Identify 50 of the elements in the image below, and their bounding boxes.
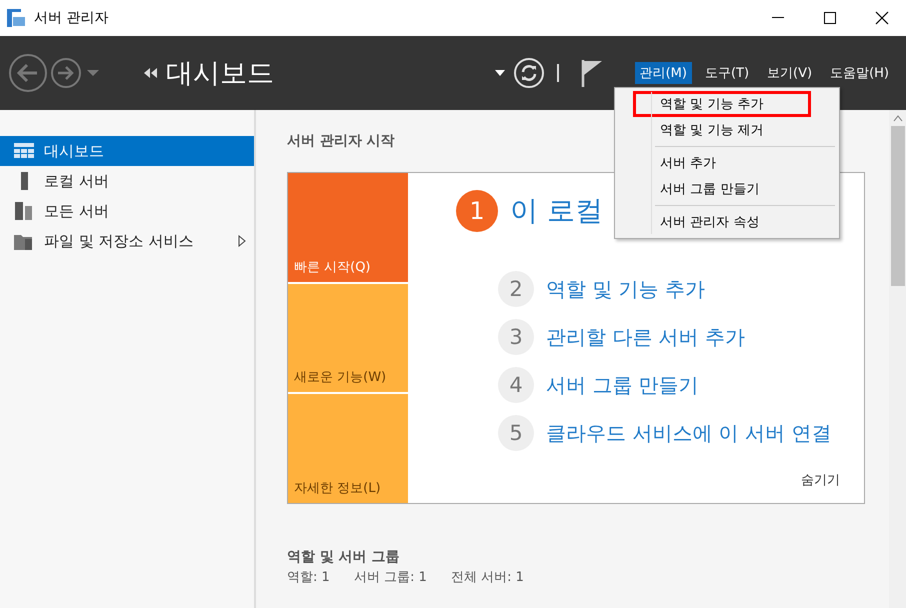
step-link[interactable]: 클라우드 서비스에 이 서버 연결 xyxy=(546,420,832,446)
scrollbar[interactable] xyxy=(889,110,906,608)
hide-link[interactable]: 숨기기 xyxy=(801,471,840,489)
app-icon xyxy=(6,9,26,27)
flag-icon[interactable] xyxy=(580,59,603,87)
back-button[interactable] xyxy=(8,53,48,93)
menu-option[interactable]: 역할 및 기능 제거 xyxy=(633,117,833,143)
breadcrumb-arrows-icon xyxy=(144,68,158,78)
close-icon xyxy=(875,11,889,25)
stat-text: 전체 서버: 1 xyxy=(451,569,524,586)
dropdown-caret-icon[interactable] xyxy=(494,70,505,76)
forward-button[interactable] xyxy=(50,57,82,89)
folder-icon xyxy=(14,232,34,250)
step-heading: 이 로컬 xyxy=(510,193,603,229)
step-link[interactable]: 관리할 다른 서버 추가 xyxy=(546,324,746,350)
refresh-icon[interactable] xyxy=(512,57,545,89)
page-title: 대시보드 xyxy=(166,57,275,91)
step-link[interactable]: 역할 및 기능 추가 xyxy=(546,276,706,302)
servers-icon xyxy=(14,202,34,220)
minimize-icon xyxy=(772,17,784,19)
menu-option[interactable]: 서버 추가 xyxy=(633,150,833,176)
menu-item[interactable]: 관리(M) xyxy=(634,62,692,84)
menu-item[interactable]: 도구(T) xyxy=(700,62,754,84)
menu-option[interactable]: 서버 관리자 속성 xyxy=(633,209,833,235)
expand-arrow-icon[interactable] xyxy=(238,235,246,247)
section-heading: 역할 및 서버 그룹 xyxy=(287,548,401,566)
stat-text: 서버 그룹: 1 xyxy=(354,569,427,586)
sidebar-item[interactable]: 파일 및 저장소 서비스 xyxy=(0,226,254,256)
menu-item[interactable]: 보기(V) xyxy=(762,62,818,84)
maximize-icon xyxy=(824,12,836,24)
grid-icon xyxy=(14,143,34,159)
menu-option[interactable]: 역할 및 기능 추가 xyxy=(633,91,811,117)
step-number: 5 xyxy=(498,415,534,451)
step-number: 3 xyxy=(498,319,534,355)
sidebar-item[interactable]: 로컬 서버 xyxy=(0,166,254,196)
window-title: 서버 관리자 xyxy=(34,9,110,27)
scroll-up-icon[interactable] xyxy=(892,114,902,122)
step-number: 4 xyxy=(498,367,534,403)
sidebar-item[interactable]: 대시보드 xyxy=(0,136,254,166)
sidebar-item[interactable]: 모든 서버 xyxy=(0,196,254,226)
menu-option[interactable]: 서버 그룹 만들기 xyxy=(633,176,833,202)
quick-start-tab[interactable]: 새로운 기능(W) xyxy=(288,284,408,392)
step-number: 1 xyxy=(456,190,498,232)
step-link[interactable]: 서버 그룹 만들기 xyxy=(546,372,699,398)
scrollbar-thumb[interactable] xyxy=(890,126,904,286)
quick-start-tab[interactable]: 자세한 정보(L) xyxy=(288,394,408,504)
step-number: 2 xyxy=(498,271,534,307)
menu-item[interactable]: 도움말(H) xyxy=(825,62,894,84)
section-heading: 서버 관리자 시작 xyxy=(287,132,396,150)
stat-text: 역할: 1 xyxy=(287,569,330,586)
